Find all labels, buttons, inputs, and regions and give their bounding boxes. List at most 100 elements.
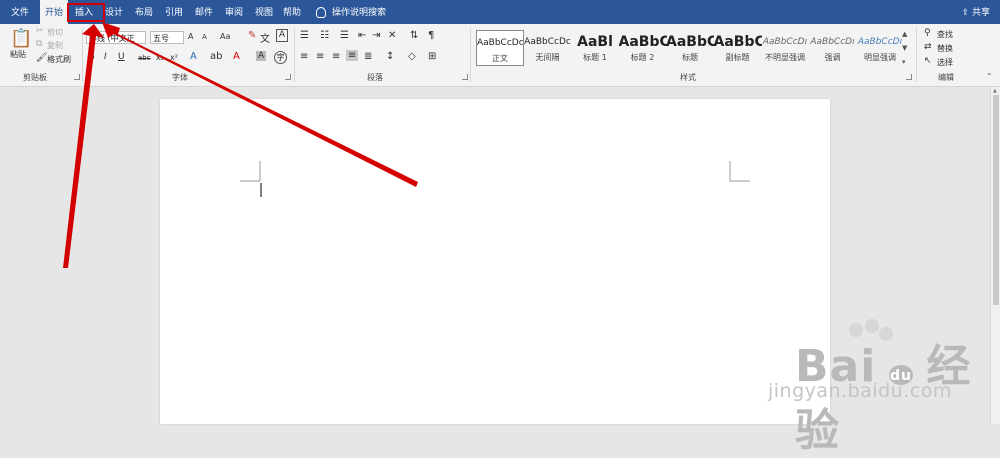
style-name: 明显强调 bbox=[864, 53, 896, 62]
tab-2[interactable]: 插入 bbox=[70, 0, 98, 24]
font-group-label: 字体 bbox=[172, 73, 188, 82]
find-icon[interactable]: ⚲ bbox=[924, 28, 931, 38]
style-preview: AaBbCcDı bbox=[810, 37, 855, 47]
ribbon-tab-bar: 文件 开始 插入 设计 布局 引用 邮件 审阅 视图 帮助 操作说明搜索 ⇪ 共享 bbox=[0, 0, 1000, 26]
change-case-button[interactable]: Aa bbox=[220, 32, 230, 41]
tab-3[interactable]: 设计 bbox=[100, 0, 128, 24]
chinese-layout-icon[interactable]: ✕ bbox=[388, 30, 396, 41]
cut-icon[interactable]: ✂ bbox=[36, 26, 44, 36]
font-color-icon[interactable]: A bbox=[233, 51, 240, 62]
paragraph-launcher-icon[interactable] bbox=[462, 74, 468, 80]
bold-icon[interactable]: B bbox=[88, 52, 95, 62]
char-border-icon[interactable]: A bbox=[276, 29, 288, 42]
style-name: 正文 bbox=[492, 54, 508, 63]
bullets-icon[interactable]: ☰ bbox=[300, 30, 309, 41]
scroll-up-icon[interactable]: ▲ bbox=[993, 88, 997, 94]
style-item-8[interactable]: AaBbCcDı 明显强调 bbox=[856, 30, 904, 66]
clear-format-icon[interactable]: ✎ bbox=[248, 30, 256, 41]
share-icon: ⇪ bbox=[961, 8, 970, 18]
superscript-icon[interactable]: x² bbox=[170, 53, 178, 62]
style-name: 副标题 bbox=[725, 53, 750, 62]
borders-icon[interactable]: ⊞ bbox=[428, 51, 436, 62]
style-name: 无间隔 bbox=[535, 53, 560, 62]
find-button[interactable]: 查找 bbox=[937, 29, 953, 40]
paste-button[interactable]: 粘贴 bbox=[10, 49, 26, 60]
cut-button[interactable]: 剪切 bbox=[47, 27, 63, 38]
format-painter-icon[interactable]: 🖌 bbox=[36, 53, 47, 63]
font-name-box[interactable]: 等线 (中文正文) bbox=[86, 31, 146, 44]
shading-icon[interactable]: ◇ bbox=[408, 51, 416, 62]
align-left-icon[interactable]: ≡ bbox=[300, 51, 308, 62]
copy-button[interactable]: 复制 bbox=[47, 40, 63, 51]
tab-1[interactable]: 开始 bbox=[40, 0, 68, 26]
gallery-more-icon[interactable]: ▾ bbox=[902, 58, 906, 66]
decrease-indent-icon[interactable]: ⇤ bbox=[358, 30, 366, 41]
italic-icon[interactable]: I bbox=[104, 52, 107, 62]
align-right-icon[interactable]: ≡ bbox=[332, 51, 340, 62]
shrink-font-button[interactable]: A bbox=[202, 33, 207, 41]
tab-4[interactable]: 布局 bbox=[130, 0, 158, 24]
show-marks-icon[interactable]: ¶ bbox=[428, 30, 434, 41]
style-preview: AaBbCcDc bbox=[524, 37, 571, 47]
enclose-char-icon[interactable]: 字 bbox=[274, 51, 287, 64]
strikethrough-icon[interactable]: abc bbox=[138, 54, 151, 62]
replace-button[interactable]: 替换 bbox=[937, 43, 953, 54]
sort-icon[interactable]: ⇅ bbox=[410, 30, 418, 41]
share-button[interactable]: ⇪ 共享 bbox=[962, 0, 990, 24]
tab-8[interactable]: 视图 bbox=[250, 0, 278, 24]
style-item-1[interactable]: AaBbCcDc 无间隔 bbox=[524, 30, 572, 66]
line-spacing-icon[interactable]: ↕ bbox=[386, 51, 394, 62]
char-shading-icon[interactable]: A bbox=[256, 51, 267, 61]
style-item-7[interactable]: AaBbCcDı 强调 bbox=[809, 30, 857, 66]
style-name: 标题 2 bbox=[630, 53, 655, 62]
replace-icon[interactable]: ⇄ bbox=[924, 42, 932, 52]
document-page[interactable] bbox=[160, 99, 830, 424]
styles-launcher-icon[interactable] bbox=[906, 74, 912, 80]
style-preview: AaBbCcDc bbox=[477, 38, 523, 48]
select-button[interactable]: 选择 bbox=[937, 57, 953, 68]
align-center-icon[interactable]: ≡ bbox=[316, 51, 324, 62]
style-preview: AaBbC bbox=[666, 34, 714, 50]
gallery-down-icon[interactable]: ▼ bbox=[902, 44, 907, 52]
style-preview: AaBbCcDı bbox=[762, 37, 808, 47]
select-icon[interactable]: ↖ bbox=[924, 56, 932, 66]
clipboard-launcher-icon[interactable] bbox=[74, 74, 80, 80]
style-item-2[interactable]: AaBl 标题 1 bbox=[571, 30, 619, 66]
phonetic-icon[interactable]: 文 bbox=[260, 30, 270, 45]
collapse-ribbon-icon[interactable]: ⌃ bbox=[986, 72, 993, 81]
tab-5[interactable]: 引用 bbox=[160, 0, 188, 24]
grow-font-button[interactable]: A bbox=[188, 32, 193, 41]
tab-7[interactable]: 审阅 bbox=[220, 0, 248, 24]
paste-icon[interactable]: 📋 bbox=[10, 28, 32, 49]
subscript-icon[interactable]: x₂ bbox=[156, 53, 164, 62]
font-launcher-icon[interactable] bbox=[285, 74, 291, 80]
style-item-6[interactable]: AaBbCcDı 不明显强调 bbox=[761, 30, 809, 66]
copy-icon[interactable]: ⧉ bbox=[36, 39, 42, 49]
gallery-up-icon[interactable]: ▲ bbox=[902, 30, 907, 38]
tab-0[interactable]: 文件 bbox=[6, 0, 34, 24]
numbering-icon[interactable]: ☷ bbox=[320, 30, 329, 41]
text-effects-icon[interactable]: A bbox=[190, 51, 197, 62]
margin-marks bbox=[240, 161, 750, 197]
styles-group-label: 样式 bbox=[680, 73, 696, 82]
highlight-icon[interactable]: ab bbox=[210, 51, 222, 62]
multilevel-list-icon[interactable]: ☰ bbox=[340, 30, 349, 41]
underline-icon[interactable]: U bbox=[118, 52, 125, 62]
justify-icon[interactable]: ≡ bbox=[346, 50, 359, 61]
style-preview: AaBl bbox=[577, 34, 613, 50]
paragraph-group-label: 段落 bbox=[367, 73, 383, 82]
tab-6[interactable]: 邮件 bbox=[190, 0, 218, 24]
tell-me-search[interactable]: 操作说明搜索 bbox=[316, 0, 386, 24]
increase-indent-icon[interactable]: ⇥ bbox=[372, 30, 380, 41]
style-item-3[interactable]: AaBbC 标题 2 bbox=[619, 30, 667, 66]
scroll-thumb[interactable] bbox=[993, 95, 999, 305]
style-name: 强调 bbox=[824, 53, 841, 62]
format-painter-button[interactable]: 格式刷 bbox=[47, 54, 71, 65]
tab-9[interactable]: 帮助 bbox=[278, 0, 306, 24]
style-name: 不明显强调 bbox=[765, 53, 805, 62]
font-size-box[interactable]: 五号 bbox=[150, 31, 184, 44]
distributed-icon[interactable]: ≣ bbox=[364, 51, 372, 62]
style-item-5[interactable]: AaBbC 副标题 bbox=[714, 30, 762, 66]
style-item-0[interactable]: AaBbCcDc 正文 bbox=[476, 30, 524, 66]
style-item-4[interactable]: AaBbC 标题 bbox=[666, 30, 714, 66]
